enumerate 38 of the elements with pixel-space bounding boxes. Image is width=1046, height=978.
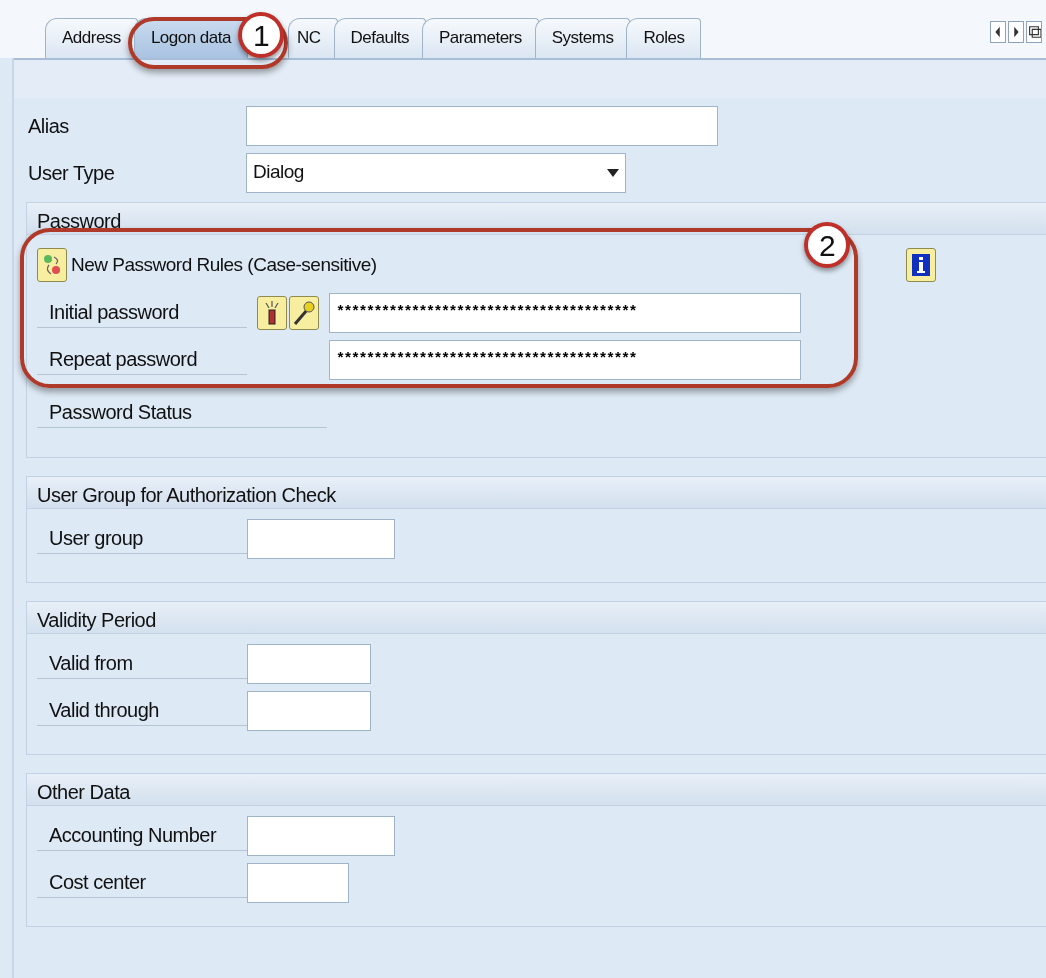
input-field[interactable] (246, 105, 718, 146)
password-field[interactable]: **************************************** (329, 339, 801, 380)
rules-text: New Password Rules (Case-sensitive) (71, 252, 377, 277)
rules-button[interactable] (37, 248, 67, 282)
tab[interactable]: Address (45, 18, 138, 58)
generate-password-button[interactable] (257, 295, 287, 330)
section-header: Validity Period (27, 602, 1046, 634)
section-header: User Group for Authorization Check (27, 477, 1046, 509)
flashlight-icon (263, 299, 281, 326)
scroll-right-button[interactable] (1008, 21, 1024, 43)
input-field[interactable] (247, 815, 395, 856)
field-label: User Type (27, 160, 116, 186)
callout-badge: 2 (804, 222, 850, 268)
section-header: Other Data (27, 774, 1046, 806)
input-field[interactable] (247, 518, 395, 559)
info-button[interactable] (906, 248, 936, 282)
input-field[interactable] (247, 690, 371, 731)
field-label: Password Status (37, 396, 327, 428)
input-field[interactable] (247, 643, 371, 684)
field-label: Initial password (37, 297, 247, 328)
field-label: Alias (27, 113, 70, 139)
tab[interactable]: Systems (534, 18, 631, 58)
field-label: Repeat password (37, 344, 247, 375)
tab-list-button[interactable] (1026, 21, 1042, 43)
info-icon (911, 253, 931, 277)
scroll-left-button[interactable] (990, 21, 1006, 43)
section-header: Password (27, 203, 1046, 235)
tab[interactable]: Roles (626, 18, 702, 58)
tab[interactable]: Defaults (333, 18, 426, 58)
password-field[interactable]: **************************************** (329, 292, 801, 333)
tab[interactable]: NC (287, 18, 338, 58)
caret-icon (607, 168, 619, 177)
tab[interactable]: Parameters (421, 18, 539, 58)
user-type-dropdown[interactable]: Dialog (246, 152, 626, 193)
wand-icon (292, 299, 316, 326)
wand-button[interactable] (289, 295, 319, 330)
tab-list-icon (1027, 23, 1041, 41)
input-field[interactable] (247, 862, 349, 903)
